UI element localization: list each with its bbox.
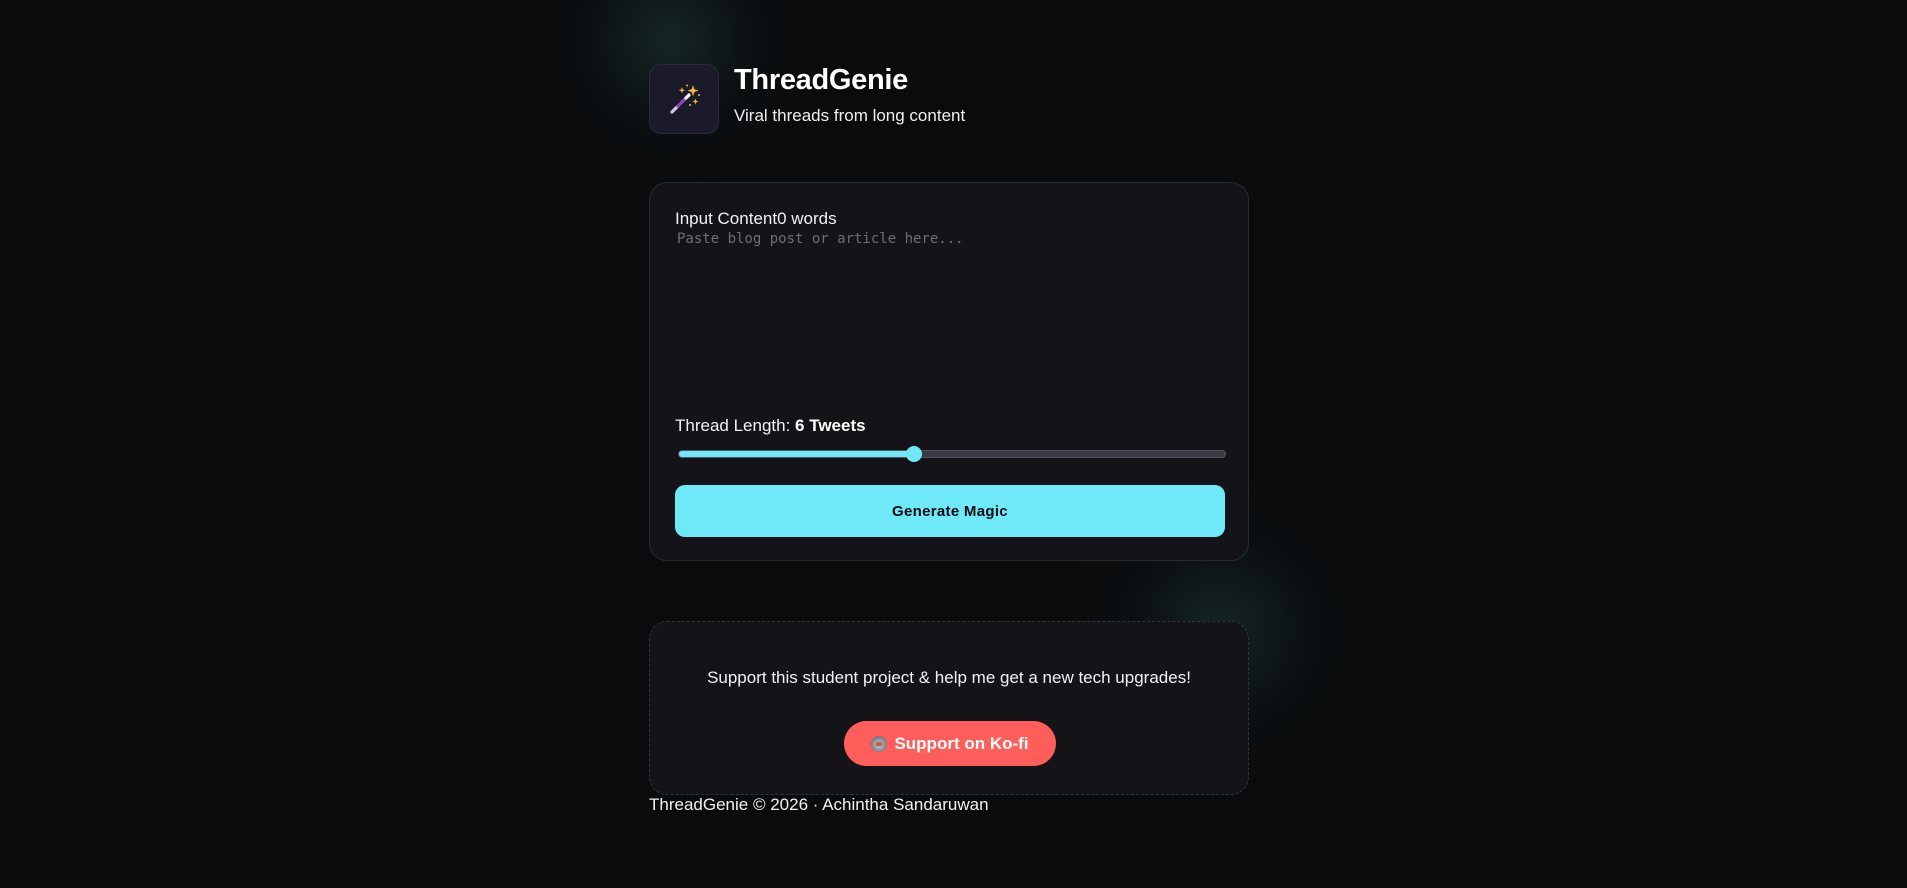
thread-length-slider-thumb[interactable] [905, 446, 922, 462]
input-content-label: Input Content0 words [675, 209, 837, 229]
kofi-button-label: Support on Ko-fi [894, 733, 1029, 753]
app-logo [649, 64, 719, 134]
thread-length-slider-fill [679, 451, 914, 457]
thread-length-label: Thread Length: 6 Tweets [675, 416, 866, 436]
coffee-cup-icon [871, 735, 888, 752]
page-footer: ThreadGenie © 2026 · Achintha Sandaruwan [649, 795, 989, 814]
input-label-text: Input Content [675, 209, 778, 228]
app-header: ThreadGenie Viral threads from long cont… [649, 64, 1249, 136]
word-count: 0 words [777, 209, 837, 228]
app-title: ThreadGenie [734, 64, 908, 96]
kofi-support-button[interactable]: Support on Ko-fi [844, 721, 1056, 766]
support-card: Support this student project & help me g… [649, 621, 1249, 795]
generator-card: Input Content0 words Thread Length: 6 Tw… [649, 182, 1249, 561]
magic-wand-icon [670, 84, 700, 114]
thread-length-slider[interactable] [678, 446, 1226, 462]
thread-length-value: 6 Tweets [795, 416, 866, 435]
thread-length-label-text: Thread Length: [675, 416, 796, 435]
support-message: Support this student project & help me g… [707, 668, 1191, 687]
app-subtitle: Viral threads from long content [734, 106, 966, 125]
generate-button[interactable]: Generate Magic [675, 485, 1225, 537]
content-input[interactable] [675, 229, 1225, 379]
